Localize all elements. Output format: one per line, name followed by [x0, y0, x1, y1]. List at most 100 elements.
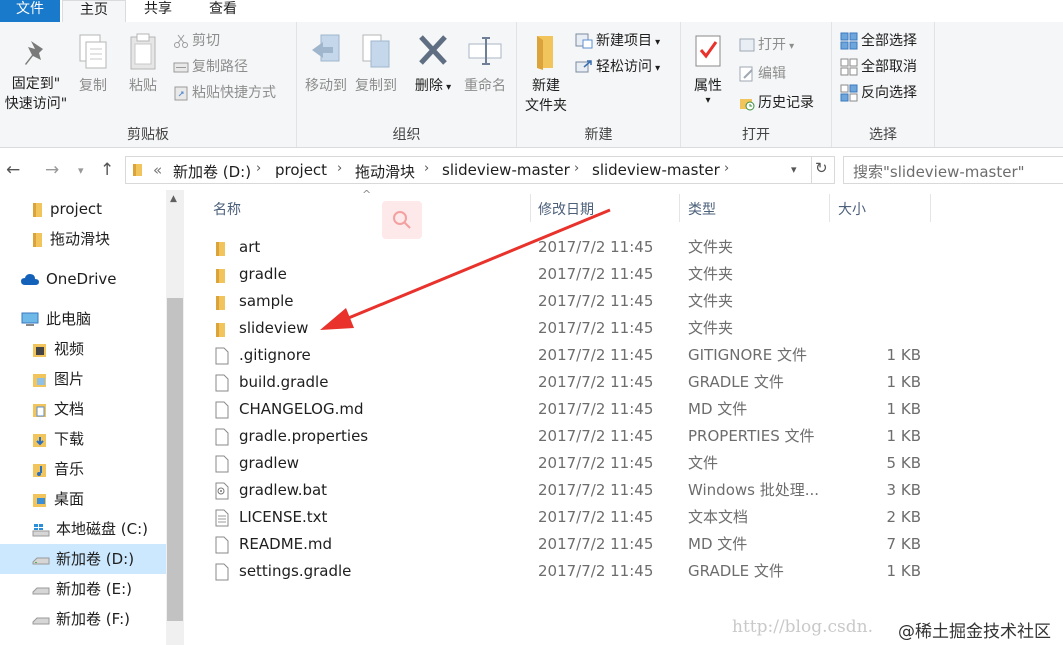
properties-button[interactable]: 属性 ▾ [685, 32, 731, 106]
file-name: gradlew.bat [239, 481, 328, 499]
breadcrumb-chevron-icon[interactable]: › [337, 161, 342, 176]
file-row[interactable]: README.md 2017/7/2 11:45 MD 文件 7 KB [205, 531, 935, 558]
move-to-button[interactable]: 移动到 [301, 32, 351, 96]
breadcrumb-item[interactable]: project [275, 161, 327, 179]
breadcrumb-item[interactable]: 拖动滑块 [355, 161, 415, 182]
address-divider [811, 157, 812, 183]
nav-item-pictures[interactable]: 图片 [0, 364, 166, 394]
nav-item-videos[interactable]: 视频 [0, 334, 166, 364]
easy-access-button[interactable]: 轻松访问 ▾ [575, 57, 660, 79]
search-input[interactable]: 搜索"slideview-master" [853, 161, 1025, 182]
paste-button[interactable]: 粘贴 [122, 32, 164, 96]
select-all-button[interactable]: 全部选择 [840, 31, 917, 51]
column-divider[interactable] [829, 194, 830, 222]
file-row[interactable]: gradlew.bat 2017/7/2 11:45 Windows 批处理... 3… [205, 477, 935, 504]
copy-path-button[interactable]: 复制路径 [173, 57, 248, 77]
breadcrumb-overflow[interactable]: « [153, 161, 162, 179]
search-box[interactable]: 搜索"slideview-master" [843, 156, 1063, 184]
file-row[interactable]: .gitignore 2017/7/2 11:45 GITIGNORE 文件 1 KB [205, 342, 935, 369]
file-type: MD 文件 [688, 400, 748, 418]
file-type: 文件夹 [688, 319, 734, 337]
scroll-up-icon[interactable]: ▲ [170, 194, 177, 204]
tab-home[interactable]: 主页 [62, 0, 126, 24]
nav-item-drive-e[interactable]: 新加卷 (E:) [0, 574, 166, 604]
address-bar[interactable]: « 新加卷 (D:) › project › 拖动滑块 › slideview-… [125, 156, 835, 184]
breadcrumb-item[interactable]: slideview-master [592, 161, 720, 179]
nav-item-drive-c[interactable]: 本地磁盘 (C:) [0, 514, 166, 544]
forward-arrow-icon[interactable]: → [45, 160, 59, 180]
rename-button[interactable]: 重命名 [459, 32, 511, 96]
new-item-button[interactable]: 新建项目 ▾ [575, 31, 660, 53]
tab-view[interactable]: 查看 [192, 0, 254, 22]
nav-item-desktop[interactable]: 桌面 [0, 484, 166, 514]
copy-to-button[interactable]: 复制到 [351, 32, 401, 96]
file-row[interactable]: settings.gradle 2017/7/2 11:45 GRADLE 文件 1 … [205, 558, 935, 585]
nav-item-documents[interactable]: 文档 [0, 394, 166, 424]
address-dropdown-chevron-icon[interactable]: ▾ [791, 163, 797, 176]
file-row[interactable]: gradle.properties 2017/7/2 11:45 PROPERTIE… [205, 423, 935, 450]
history-button[interactable]: 历史记录 [739, 93, 814, 113]
copy-button[interactable]: 复制 [72, 32, 114, 96]
cut-button[interactable]: 剪切 [173, 31, 220, 51]
column-header-type[interactable]: 类型 [688, 198, 716, 222]
file-type: GITIGNORE 文件 [688, 346, 807, 364]
file-name: art [239, 238, 261, 256]
back-arrow-icon[interactable]: ← [6, 160, 20, 180]
nav-item-downloads[interactable]: 下载 [0, 424, 166, 454]
file-modified-date: 2017/7/2 11:45 [538, 373, 654, 391]
open-button[interactable]: 打开 ▾ [739, 35, 794, 57]
file-type: GRADLE 文件 [688, 562, 784, 580]
column-divider[interactable] [930, 194, 931, 222]
file-modified-date: 2017/7/2 11:45 [538, 346, 654, 364]
file-size: 1 KB [886, 373, 921, 391]
nav-item-drive-f[interactable]: 新加卷 (F:) [0, 604, 166, 634]
nav-item-drive-d[interactable]: 新加卷 (D:) [0, 544, 166, 574]
file-name: .gitignore [239, 346, 311, 364]
invert-selection-button[interactable]: 反向选择 [840, 83, 917, 103]
breadcrumb-item[interactable]: slideview-master [442, 161, 570, 179]
file-row[interactable]: LICENSE.txt 2017/7/2 11:45 文本文档 2 KB [205, 504, 935, 531]
paste-shortcut-button[interactable]: 粘贴快捷方式 [173, 83, 276, 103]
invert-selection-icon [840, 84, 858, 102]
properties-icon [695, 35, 721, 67]
breadcrumb-chevron-icon[interactable]: › [424, 161, 429, 176]
tab-file[interactable]: 文件 [0, 0, 60, 22]
up-arrow-icon[interactable]: ↑ [100, 160, 114, 180]
column-header-name[interactable]: 名称 [213, 198, 241, 222]
watermark-brand: @稀土掘金技术社区 [898, 622, 1051, 642]
nav-item-music[interactable]: 音乐 [0, 454, 166, 484]
nav-item-this-pc[interactable]: 此电脑 [0, 304, 166, 334]
pin-to-quick-access-button[interactable]: 固定到" 快速访问" [2, 38, 70, 114]
breadcrumb-chevron-icon[interactable]: › [256, 161, 261, 176]
open-group: 属性 ▾ 打开 ▾ 编辑 历史记录 打开 [681, 22, 832, 147]
column-header-size[interactable]: 大小 [838, 198, 866, 222]
music-folder-icon [33, 463, 46, 477]
nav-pane-scrollbar-thumb[interactable] [167, 298, 183, 621]
select-none-button[interactable]: 全部取消 [840, 57, 917, 77]
tab-share[interactable]: 共享 [130, 0, 186, 22]
nav-item-drag-slider[interactable]: 拖动滑块 [0, 224, 166, 254]
select-none-icon [840, 58, 858, 76]
nav-item-onedrive[interactable]: OneDrive [0, 264, 166, 294]
file-size: 1 KB [886, 400, 921, 418]
delete-button[interactable]: 删除 ▾ [411, 32, 455, 98]
documents-folder-icon [33, 403, 46, 417]
clipboard-icon [130, 33, 156, 70]
file-name: sample [239, 292, 294, 310]
recent-locations-chevron-icon[interactable]: ▾ [78, 164, 84, 177]
copy-to-icon [362, 34, 390, 68]
file-row[interactable]: CHANGELOG.md 2017/7/2 11:45 MD 文件 1 KB [205, 396, 935, 423]
easy-access-icon [575, 60, 592, 73]
file-row[interactable]: build.gradle 2017/7/2 11:45 GRADLE 文件 1 KB [205, 369, 935, 396]
column-divider[interactable] [679, 194, 680, 222]
new-folder-button[interactable]: 新建 文件夹 [519, 32, 573, 116]
clipboard-group-label: 剪贴板 [127, 127, 169, 143]
breadcrumb-chevron-icon[interactable]: › [574, 161, 579, 176]
edit-button[interactable]: 编辑 [739, 64, 786, 84]
refresh-icon[interactable]: ↻ [815, 159, 828, 177]
breadcrumb-chevron-icon[interactable]: › [724, 161, 729, 176]
breadcrumb-item[interactable]: 新加卷 (D:) [173, 161, 251, 182]
file-row[interactable]: gradlew 2017/7/2 11:45 文件 5 KB [205, 450, 935, 477]
nav-item-project[interactable]: project [0, 194, 166, 224]
copy-path-icon [173, 62, 189, 73]
